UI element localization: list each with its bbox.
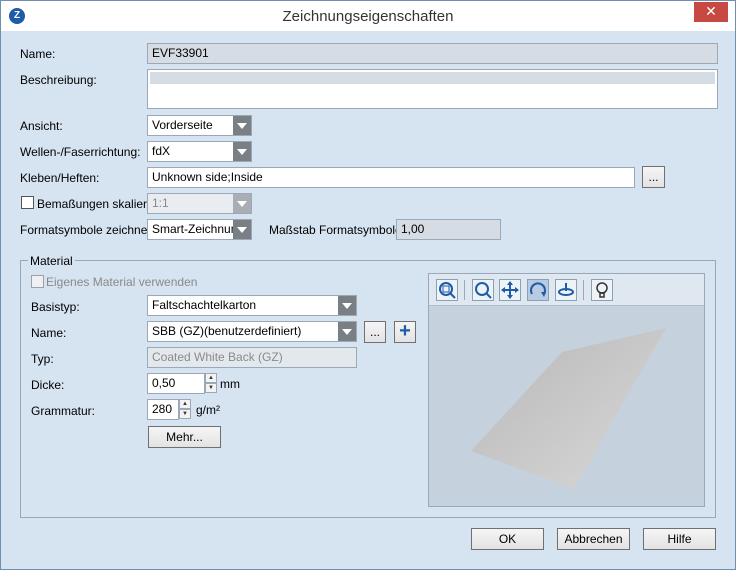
spin-down-icon[interactable]: ▼ [179,409,191,419]
material-sheet-preview [471,328,666,489]
grammatur-stepper[interactable]: ▲ ▼ [179,399,191,420]
grammatur-field[interactable]: 280 [147,399,179,420]
material-browse-button[interactable]: ... [364,321,386,343]
eigenes-material-label: Eigenes Material verwenden [46,275,198,289]
typ-field[interactable]: Coated White Back (GZ) [147,347,357,368]
material-group-title: Material [28,254,75,268]
cancel-button[interactable]: Abbrechen [557,528,630,550]
kleben-label: Kleben/Heften: [20,171,100,185]
basistyp-select[interactable]: Faltschachtelkarton [147,295,357,316]
grammatur-unit: g/m² [196,403,220,417]
title-bar: Z Zeichnungseigenschaften ✕ [1,1,735,31]
formatsymbole-value: Smart-Zeichnung [152,222,245,236]
rotate-icon[interactable] [527,279,549,301]
chevron-down-icon [233,116,251,135]
name-field[interactable]: EVF33901 [147,43,718,64]
chevron-down-icon [233,194,251,213]
kleben-field[interactable]: Unknown side;Inside [147,167,635,188]
material-name-label: Name: [31,326,67,340]
bemassungen-checkbox[interactable] [21,196,34,209]
preview-viewport[interactable] [429,307,704,506]
grammatur-label: Grammatur: [31,404,96,418]
basistyp-value: Faltschachtelkarton [152,298,257,312]
dicke-field[interactable]: 0,50 [147,373,205,394]
zoom-icon[interactable] [472,279,494,301]
ansicht-select[interactable]: Vorderseite [147,115,252,136]
dicke-stepper[interactable]: ▲ ▼ [205,373,217,394]
material-preview [428,273,705,507]
material-sheet [471,328,666,489]
spin-up-icon[interactable]: ▲ [205,373,217,383]
material-name-value: SBB (GZ)(benutzerdefiniert) [152,324,302,338]
toolbar-separator [583,280,584,300]
window-title: Zeichnungseigenschaften [282,8,454,25]
chevron-down-icon [338,296,356,315]
formatsymbole-label: Formatsymbole zeichnen: [20,223,158,237]
beschreibung-label: Beschreibung: [20,73,97,87]
bemassungen-select[interactable]: 1:1 [147,193,252,214]
basistyp-label: Basistyp: [31,300,80,314]
toolbar-separator [464,280,465,300]
ansicht-value: Vorderseite [152,118,213,132]
chevron-down-icon [233,220,251,239]
dicke-label: Dicke: [31,378,65,392]
light-bulb-icon[interactable] [591,279,613,301]
ansicht-label: Ansicht: [20,119,63,133]
pan-icon[interactable] [499,279,521,301]
formatsymbole-select[interactable]: Smart-Zeichnung [147,219,252,240]
chevron-down-icon [233,142,251,161]
spin-down-icon[interactable]: ▼ [205,383,217,393]
name-label: Name: [20,47,56,61]
close-button[interactable]: ✕ [694,2,728,22]
help-button[interactable]: Hilfe [643,528,716,550]
wellen-value: fdX [152,144,171,158]
bemassungen-value: 1:1 [152,196,169,210]
wellen-select[interactable]: fdX [147,141,252,162]
beschreibung-field[interactable] [147,69,718,109]
wellen-label: Wellen-/Faserrichtung: [20,145,141,159]
eigenes-material-checkbox[interactable] [31,275,44,288]
add-material-button[interactable]: + [394,321,416,343]
material-name-select[interactable]: SBB (GZ)(benutzerdefiniert) [147,321,357,342]
ok-button[interactable]: OK [471,528,544,550]
zoom-fit-icon[interactable] [436,279,458,301]
massstab-field[interactable]: 1,00 [396,219,501,240]
typ-label: Typ: [31,352,54,366]
chevron-down-icon [338,322,356,341]
viewer-toolbar [429,274,704,306]
spin-up-icon[interactable]: ▲ [179,399,191,409]
kleben-browse-button[interactable]: ... [642,166,665,188]
orbit-icon[interactable] [555,279,577,301]
massstab-label: Maßstab Formatsymbole: [269,223,406,237]
bemassungen-label: Bemaßungen skalieren [37,197,161,211]
mehr-button[interactable]: Mehr... [148,426,221,448]
dialog-window: Z Zeichnungseigenschaften ✕ Name: EVF339… [0,0,736,570]
dicke-unit: mm [220,377,240,391]
